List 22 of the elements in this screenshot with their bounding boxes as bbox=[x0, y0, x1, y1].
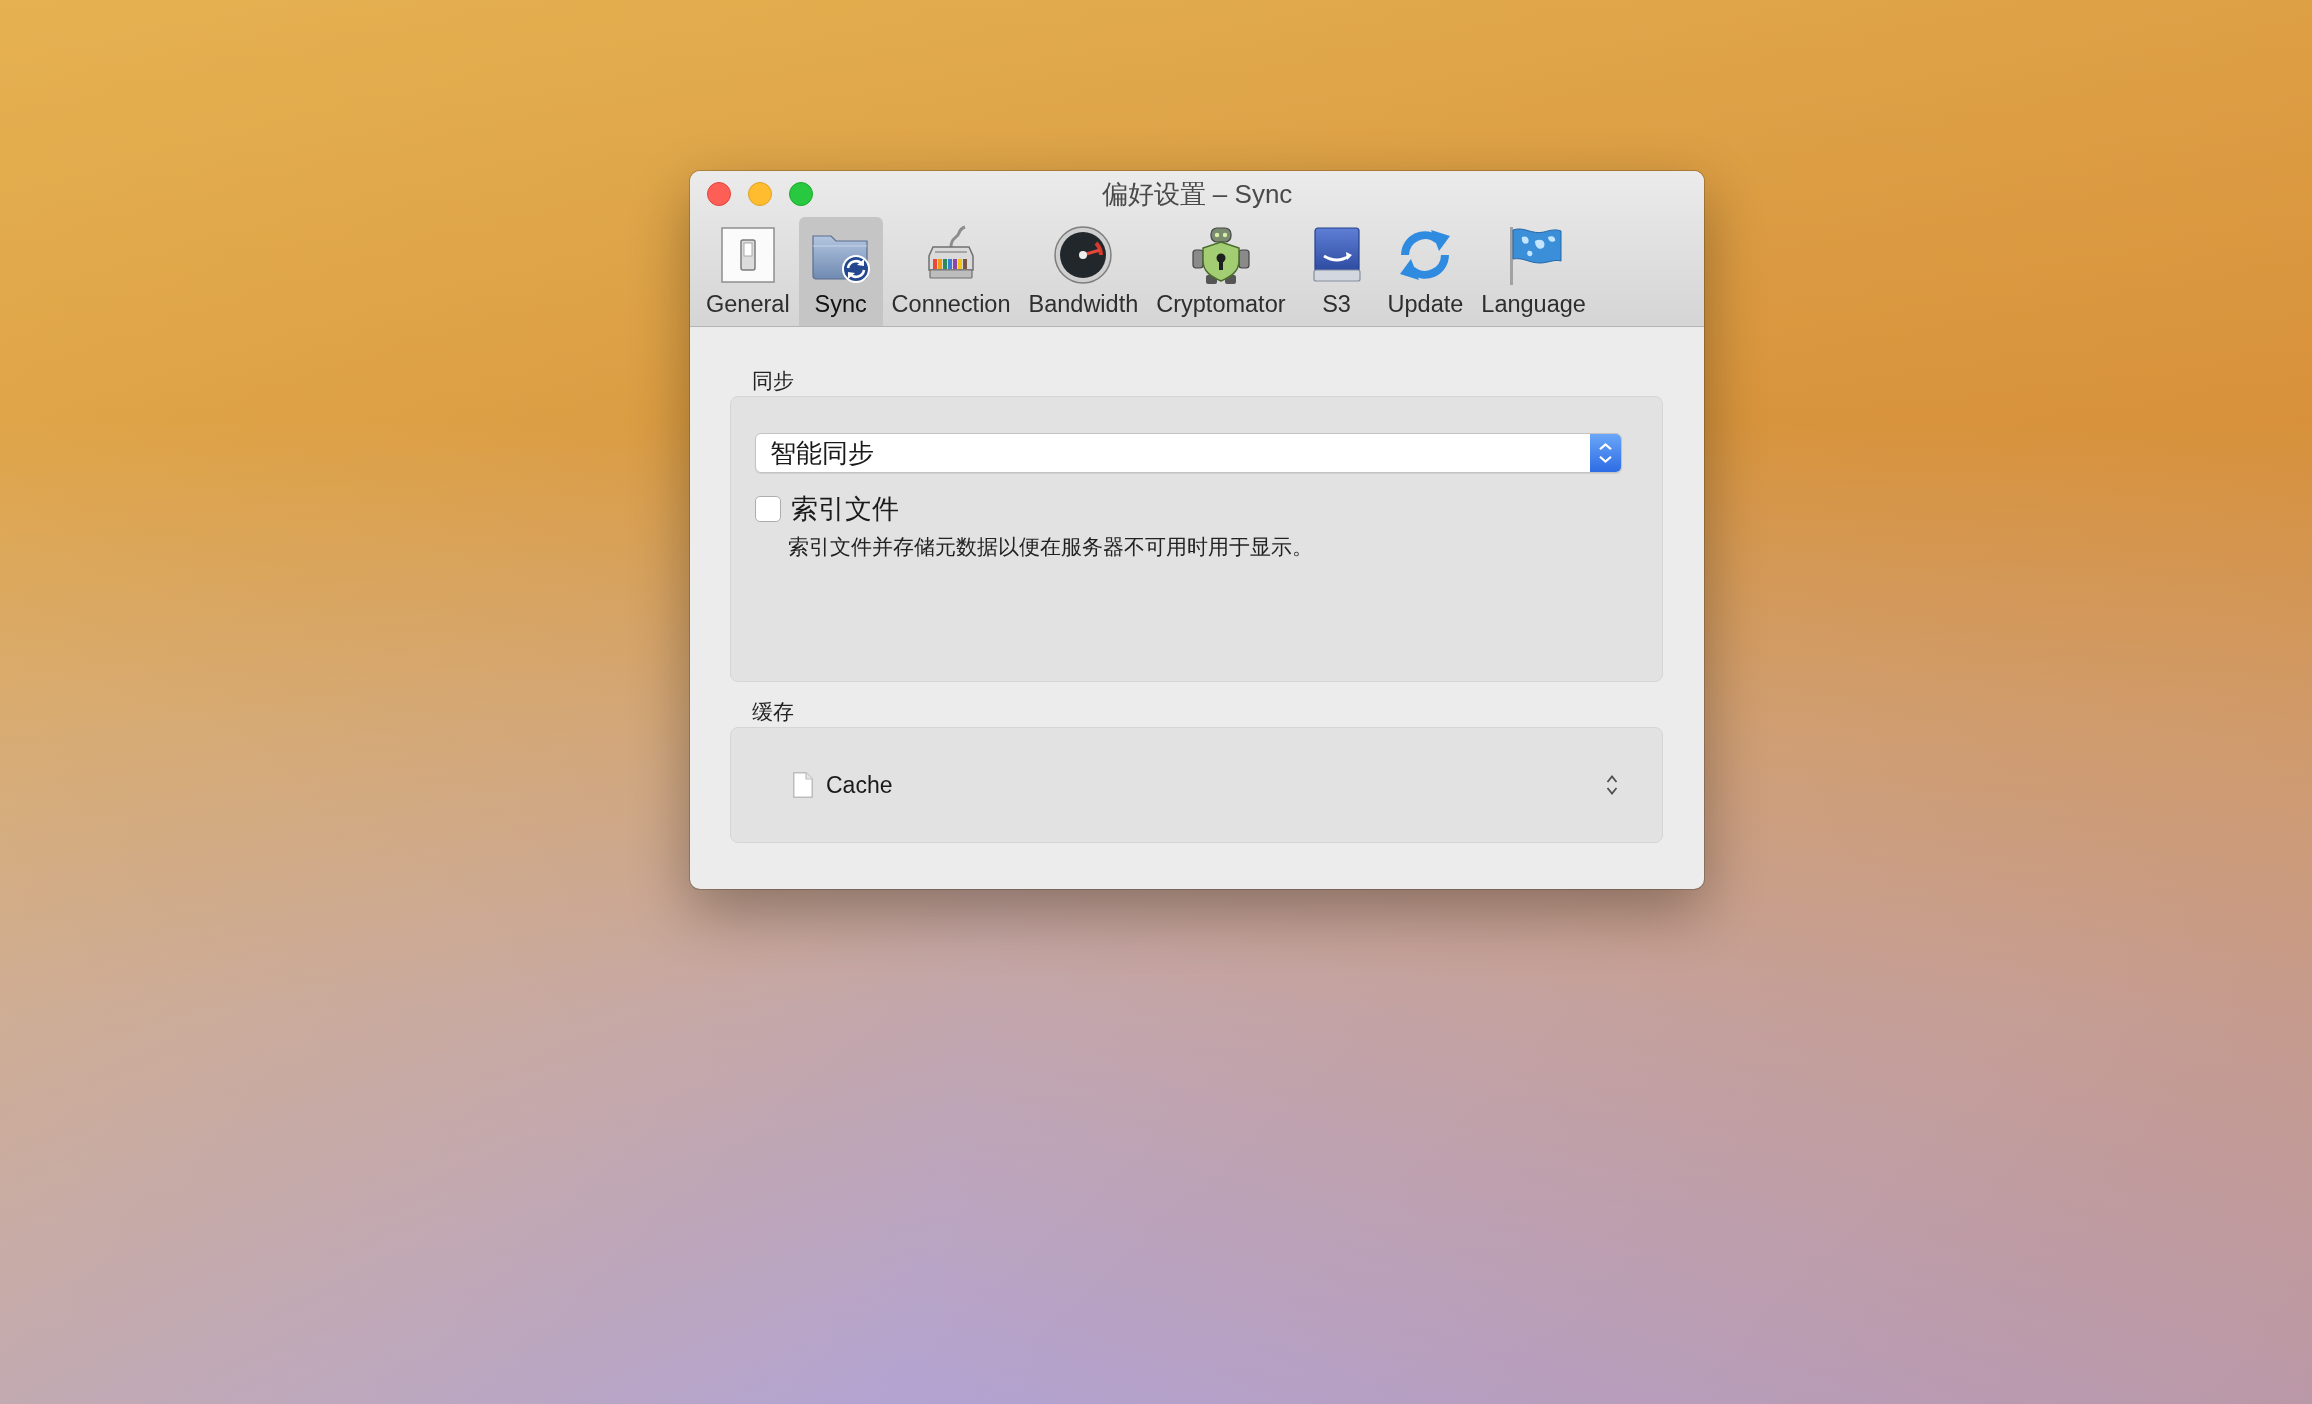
window-title: 偏好设置 – Sync bbox=[1101, 177, 1293, 211]
description-text: 索引文件并存储元数据以便在服务器不可用时用于显示。 bbox=[788, 534, 1314, 560]
toolbar-tab[interactable]: General bbox=[697, 217, 799, 326]
toolbar-tab[interactable]: Cryptomator bbox=[1147, 217, 1295, 326]
document-icon bbox=[793, 772, 813, 798]
zoom-button[interactable] bbox=[789, 182, 813, 206]
sync-mode-popup[interactable]: 智能同步 bbox=[755, 433, 1622, 473]
up-down-stepper-icon bbox=[1590, 434, 1621, 472]
toolbar-tab[interactable]: Language bbox=[1472, 217, 1595, 326]
cache-folder-popup[interactable]: Cache bbox=[793, 771, 1618, 799]
checkbox-label[interactable]: 索引文件 bbox=[791, 491, 899, 527]
toolbar-tab[interactable]: Bandwidth bbox=[1019, 217, 1148, 326]
index-files-checkbox[interactable] bbox=[755, 496, 781, 522]
toolbar-tab[interactable]: Update bbox=[1378, 217, 1473, 326]
toolbar-tab[interactable]: S3 bbox=[1294, 217, 1379, 326]
up-down-chevron-icon bbox=[1606, 774, 1618, 796]
toolbar-tab[interactable]: Sync bbox=[798, 217, 883, 326]
close-button[interactable] bbox=[707, 182, 731, 206]
toolbar-tab[interactable]: Connection bbox=[882, 217, 1020, 326]
minimize-button[interactable] bbox=[748, 182, 772, 206]
group-heading: 缓存 bbox=[752, 699, 794, 725]
group-heading: 同步 bbox=[752, 368, 794, 394]
